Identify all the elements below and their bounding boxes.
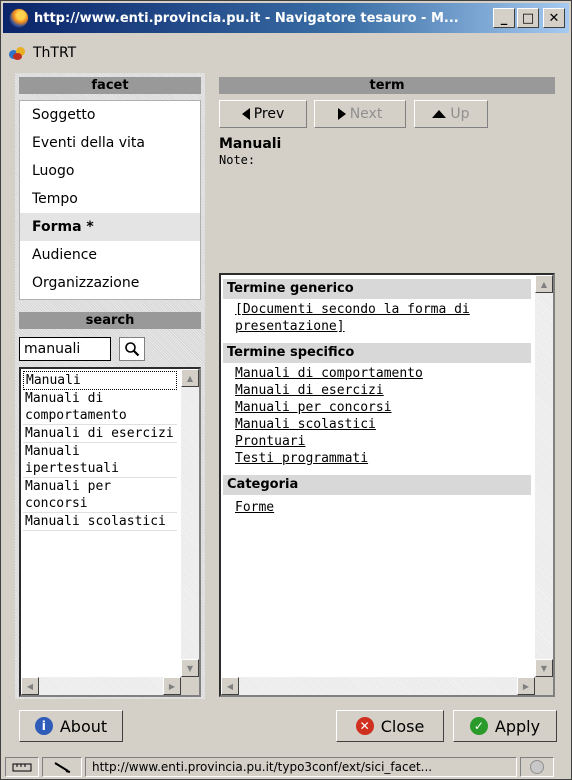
search-results-box[interactable]: Manuali Manuali di comportamento Manuali… xyxy=(19,367,201,697)
close-window-button[interactable]: ✕ xyxy=(543,8,565,28)
scroll-right-icon[interactable]: ▶ xyxy=(163,677,181,695)
result-item-manuali-di-esercizi[interactable]: Manuali di esercizi xyxy=(23,425,177,443)
link-forme[interactable]: Forme xyxy=(223,495,531,516)
result-item-manuali[interactable]: Manuali xyxy=(23,371,177,390)
section-termine-specifico: Termine specifico xyxy=(223,343,531,363)
scroll-corner xyxy=(535,677,553,695)
relations-vertical-scrollbar[interactable]: ▲ ▼ xyxy=(535,275,553,677)
results-vertical-scrollbar[interactable]: ▲ ▼ xyxy=(181,369,199,677)
scroll-left-icon[interactable]: ◀ xyxy=(21,677,39,695)
minimize-button[interactable]: _ xyxy=(493,8,515,28)
app-logo-icon xyxy=(9,45,27,61)
window-title: http://www.enti.provincia.pu.it - Naviga… xyxy=(34,10,459,26)
facet-item-organizzazione[interactable]: Organizzazione xyxy=(20,269,200,297)
section-termine-generico: Termine generico xyxy=(223,279,531,299)
search-results-list: Manuali Manuali di comportamento Manuali… xyxy=(23,371,177,531)
maximize-button[interactable]: □ xyxy=(517,8,539,28)
status-pen-icon[interactable] xyxy=(42,757,82,777)
link-manuali-di-comportamento[interactable]: Manuali di comportamento xyxy=(223,363,531,382)
search-input[interactable] xyxy=(19,337,111,361)
term-relations-box[interactable]: Termine generico [Documenti secondo la f… xyxy=(219,273,555,697)
results-horizontal-scrollbar[interactable]: ◀ ▶ xyxy=(21,677,181,695)
arrow-up-icon xyxy=(432,110,447,118)
checkmark-icon: ✓ xyxy=(469,717,488,735)
status-url: http://www.enti.provincia.pu.it/typo3con… xyxy=(85,757,517,777)
facet-header: facet xyxy=(19,77,201,94)
up-label: Up xyxy=(450,106,470,122)
facet-item-tempo[interactable]: Tempo xyxy=(20,185,200,213)
scroll-up-icon[interactable]: ▲ xyxy=(535,275,553,293)
facet-item-luogo[interactable]: Luogo xyxy=(20,157,200,185)
result-item-manuali-scolastici[interactable]: Manuali scolastici xyxy=(23,513,177,531)
scroll-down-icon[interactable]: ▼ xyxy=(535,659,553,677)
search-bar xyxy=(19,337,145,361)
relations-horizontal-scrollbar[interactable]: ◀ ▶ xyxy=(221,677,535,695)
close-button[interactable]: ✕ Close xyxy=(336,710,444,742)
search-header: search xyxy=(19,312,201,329)
browser-window: http://www.enti.provincia.pu.it - Naviga… xyxy=(0,0,572,780)
app-header: ThTRT xyxy=(9,41,76,65)
close-x-icon: ✕ xyxy=(355,717,374,735)
facet-item-forma[interactable]: Forma * xyxy=(20,213,200,241)
arrow-left-icon xyxy=(241,108,250,120)
scroll-corner xyxy=(181,677,199,695)
scroll-right-icon[interactable]: ▶ xyxy=(517,677,535,695)
link-testi-programmati[interactable]: Testi programmati xyxy=(223,450,531,467)
title-bar[interactable]: http://www.enti.provincia.pu.it - Naviga… xyxy=(3,3,569,33)
term-header: term xyxy=(219,77,555,94)
apply-button[interactable]: ✓ Apply xyxy=(453,710,557,742)
info-icon: i xyxy=(34,717,53,735)
facet-item-audience[interactable]: Audience xyxy=(20,241,200,269)
term-note-label: Note: xyxy=(219,153,256,167)
term-relations: Termine generico [Documenti secondo la f… xyxy=(223,275,531,516)
scroll-down-icon[interactable]: ▼ xyxy=(181,659,199,677)
status-bar: http://www.enti.provincia.pu.it/typo3con… xyxy=(5,756,569,778)
next-button[interactable]: Next xyxy=(314,100,406,128)
next-label: Next xyxy=(349,106,383,122)
scroll-up-icon[interactable]: ▲ xyxy=(181,369,199,387)
link-manuali-scolastici[interactable]: Manuali scolastici xyxy=(223,416,531,433)
status-ruler-icon[interactable] xyxy=(5,757,39,777)
about-label: About xyxy=(59,716,108,736)
link-manuali-di-esercizi[interactable]: Manuali di esercizi xyxy=(223,382,531,399)
prev-label: Prev xyxy=(253,106,285,122)
status-indicator-icon xyxy=(520,757,554,777)
app-name: ThTRT xyxy=(33,45,77,61)
section-categoria: Categoria xyxy=(223,475,531,495)
prev-button[interactable]: Prev xyxy=(219,100,307,128)
close-label: Close xyxy=(380,716,425,736)
facet-item-eventi-della-vita[interactable]: Eventi della vita xyxy=(20,129,200,157)
up-button[interactable]: Up xyxy=(414,100,488,128)
arrow-right-icon xyxy=(337,108,346,120)
result-item-manuali-ipertestuali[interactable]: Manuali ipertestuali xyxy=(23,443,177,478)
firefox-logo-icon xyxy=(9,8,29,28)
about-button[interactable]: i About xyxy=(19,710,123,742)
scroll-left-icon[interactable]: ◀ xyxy=(221,677,239,695)
link-documenti-secondo-forma[interactable]: [Documenti secondo la forma di presentaz… xyxy=(223,299,531,335)
search-button[interactable] xyxy=(119,337,145,361)
term-title: Manuali xyxy=(219,136,282,152)
facet-item-soggetto[interactable]: Soggetto xyxy=(20,101,200,129)
link-prontuari[interactable]: Prontuari xyxy=(223,433,531,450)
magnifier-icon xyxy=(125,342,140,357)
apply-label: Apply xyxy=(494,716,541,736)
result-item-manuali-per-concorsi[interactable]: Manuali per concorsi xyxy=(23,478,177,513)
link-manuali-per-concorsi[interactable]: Manuali per concorsi xyxy=(223,399,531,416)
result-item-manuali-di-comportamento[interactable]: Manuali di comportamento xyxy=(23,390,177,425)
facet-list: Soggetto Eventi della vita Luogo Tempo F… xyxy=(19,100,201,300)
